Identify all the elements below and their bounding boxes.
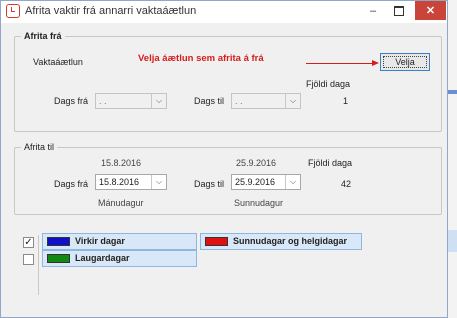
select-plan-annotation: Velja áætlun sem afrita á frá <box>138 53 264 64</box>
background-window-edge <box>448 0 457 318</box>
copy-to-from-date-text: 15.8.2016 <box>101 158 142 168</box>
copy-to-date-to-label: Dags til <box>194 179 225 189</box>
copy-from-days-value: 1 <box>343 96 349 106</box>
copy-to-legend: Afrita til <box>24 142 55 152</box>
maximize-button[interactable] <box>386 1 412 21</box>
close-button[interactable]: ✕ <box>415 1 446 20</box>
copy-from-date-to-label: Dags til <box>194 96 225 106</box>
copy-to-date-to-value: 25.9.2016 <box>235 177 276 187</box>
select-plan-button[interactable]: Velja <box>380 53 430 71</box>
holidays-label: Sunnudagar og helgidagar <box>233 236 348 246</box>
copy-from-date-from-field[interactable]: . . ⌵ <box>95 93 167 109</box>
copy-to-to-weekday: Sunnudagur <box>234 198 284 208</box>
chevron-down-icon[interactable]: ⌵ <box>151 94 166 108</box>
chevron-down-icon[interactable]: ⌵ <box>151 175 166 189</box>
list-divider <box>38 235 39 295</box>
minimize-button[interactable]: – <box>360 1 386 21</box>
copy-from-days-label: Fjöldi daga <box>306 79 351 89</box>
arrow-head-icon <box>372 60 379 66</box>
background-fragment <box>448 90 457 94</box>
weekdays-label: Virkir dagar <box>75 236 125 246</box>
window-title: Afrita vaktir frá annarri vaktaáætlun <box>25 5 197 17</box>
copy-from-date-from-value: . . <box>99 96 107 106</box>
weekdays-color-swatch <box>47 237 70 246</box>
copy-to-days-label: Fjöldi daga <box>308 158 353 168</box>
maximize-icon <box>394 6 404 17</box>
copy-from-date-from-label: Dags frá <box>54 96 89 106</box>
day-type-weekdays: Virkir dagar <box>42 233 197 250</box>
annotation-arrow <box>306 63 373 64</box>
saturdays-checkbox[interactable] <box>23 254 34 265</box>
copy-to-from-weekday: Mánudagur <box>98 198 144 208</box>
select-plan-button-label: Velja <box>395 57 415 67</box>
chevron-down-icon[interactable]: ⌵ <box>285 94 300 108</box>
saturdays-label: Laugardagar <box>75 253 130 263</box>
holidays-color-swatch <box>205 237 228 246</box>
background-fragment <box>448 230 457 252</box>
chevron-down-icon[interactable]: ⌵ <box>285 175 300 189</box>
clock-app-icon <box>6 4 20 18</box>
dialog-window: Afrita vaktir frá annarri vaktaáætlun – … <box>0 0 448 318</box>
copy-to-date-from-label: Dags frá <box>54 179 89 189</box>
day-type-saturdays: Laugardagar <box>42 250 197 267</box>
copy-to-date-to-field[interactable]: 25.9.2016 ⌵ <box>231 174 301 190</box>
copy-to-date-from-value: 15.8.2016 <box>99 177 140 187</box>
title-bar[interactable]: Afrita vaktir frá annarri vaktaáætlun – … <box>1 1 447 23</box>
copy-from-date-to-field[interactable]: . . ⌵ <box>231 93 301 109</box>
day-type-holidays: Sunnudagar og helgidagar <box>200 233 362 250</box>
plan-label: Vaktaáætlun <box>33 57 83 67</box>
copy-to-days-value: 42 <box>341 179 352 189</box>
copy-to-date-from-field[interactable]: 15.8.2016 ⌵ <box>95 174 167 190</box>
copy-from-group: Afrita frá <box>14 31 442 132</box>
copy-from-legend: Afrita frá <box>24 31 62 41</box>
saturdays-color-swatch <box>47 254 70 263</box>
copy-from-date-to-value: . . <box>235 96 243 106</box>
weekdays-checkbox[interactable]: ✓ <box>23 237 34 248</box>
copy-to-to-date-text: 25.9.2016 <box>236 158 277 168</box>
